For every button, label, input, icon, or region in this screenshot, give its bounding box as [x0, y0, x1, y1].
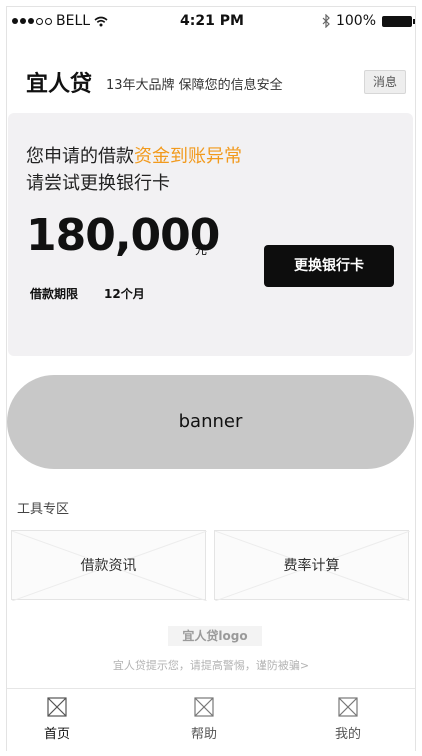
placeholder-icon	[47, 697, 67, 717]
tool-loan-news[interactable]: 借款资讯	[11, 530, 207, 601]
tab-mine[interactable]: 我的	[303, 697, 393, 742]
battery-icon	[382, 15, 415, 27]
placeholder-icon	[338, 697, 358, 717]
placeholder-icon	[194, 697, 214, 717]
loan-amount: 180,000	[26, 210, 220, 261]
loan-status-card: 您申请的借款资金到账异常 请尝试更换银行卡 180,000 元 借款期限 12个…	[8, 113, 413, 356]
promo-banner[interactable]: banner	[7, 375, 414, 469]
tab-help[interactable]: 帮助	[159, 697, 249, 742]
tab-bar: 首页 帮助 我的	[7, 688, 415, 751]
message-button[interactable]: 消息	[364, 70, 406, 94]
app-header: 宜人贷 13年大品牌 保障您的信息安全 消息	[26, 66, 406, 97]
loan-term-label: 借款期限	[30, 287, 79, 301]
brand-logo: 宜人贷	[26, 72, 93, 97]
tool-label: 借款资讯	[80, 558, 137, 574]
battery-percent: 100%	[335, 13, 376, 29]
bluetooth-icon	[322, 14, 330, 28]
status-bar: BELL 4:21 PM 100%	[12, 13, 415, 33]
tool-rate-calculator[interactable]: 费率计算	[214, 530, 410, 601]
change-bank-card-button[interactable]: 更换银行卡	[264, 245, 394, 287]
loan-status-hint: 请尝试更换银行卡	[26, 173, 170, 194]
tool-label: 费率计算	[283, 558, 340, 574]
footer-logo: 宜人贷logo	[168, 626, 262, 646]
loan-amount-unit: 元	[195, 243, 208, 257]
loan-term-value: 12个月	[104, 287, 145, 301]
loan-status-warning: 资金到账异常	[134, 146, 242, 167]
tab-label: 首页	[43, 727, 70, 742]
fraud-warning-link[interactable]: 宜人贷提示您，请提高警惕，谨防被骗>	[0, 657, 422, 673]
tab-label: 我的	[334, 727, 361, 742]
loan-status-message: 您申请的借款资金到账异常	[26, 142, 242, 168]
loan-status-prefix: 您申请的借款	[26, 146, 134, 167]
tab-home[interactable]: 首页	[12, 697, 102, 742]
brand-slogan: 13年大品牌 保障您的信息安全	[106, 78, 283, 93]
tools-section-title: 工具专区	[17, 502, 70, 517]
tab-label: 帮助	[190, 727, 217, 742]
status-right: 100%	[322, 13, 415, 29]
